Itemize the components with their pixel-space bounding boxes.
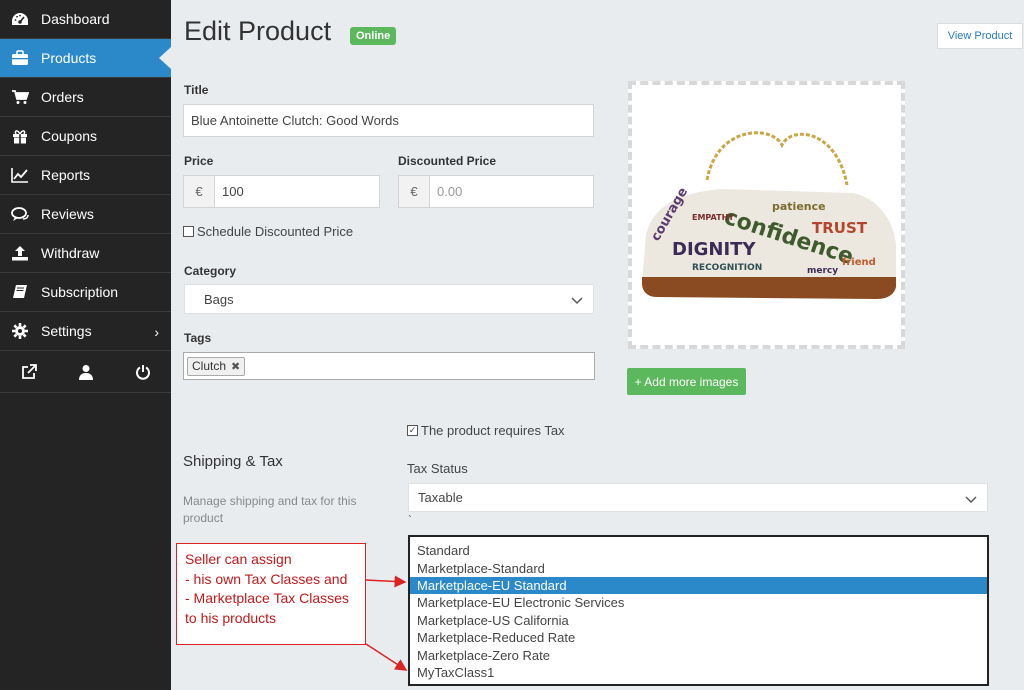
power-icon[interactable]: [114, 351, 171, 392]
svg-text:RECOGNITION: RECOGNITION: [692, 263, 762, 273]
view-product-button[interactable]: View Product: [937, 23, 1023, 49]
sidebar: Dashboard Products Orders Coupons Report…: [0, 0, 171, 690]
discounted-price-label: Discounted Price: [398, 154, 497, 168]
tax-class-option[interactable]: Marketplace-Zero Rate: [410, 646, 987, 663]
sidebar-item-orders[interactable]: Orders: [0, 78, 171, 117]
tax-status-label: Tax Status: [407, 461, 468, 476]
svg-text:DIGNITY: DIGNITY: [672, 239, 756, 260]
sidebar-item-coupons[interactable]: Coupons: [0, 117, 171, 156]
category-label: Category: [184, 264, 237, 278]
gear-icon: [9, 321, 31, 341]
line-chart-icon: [9, 165, 31, 185]
tax-status-value: Taxable: [418, 490, 463, 505]
briefcase-icon: [9, 48, 31, 68]
annotation-line: - his own Tax Classes and: [185, 570, 348, 587]
sidebar-footer: [0, 351, 171, 393]
sidebar-item-withdraw[interactable]: Withdraw: [0, 234, 171, 273]
cart-icon: [9, 87, 31, 107]
svg-text:patience: patience: [772, 200, 826, 213]
category-value: Bags: [204, 291, 234, 307]
tax-class-option[interactable]: Marketplace-EU Electronic Services: [410, 594, 987, 611]
tags-input[interactable]: Clutch ✖: [183, 352, 595, 380]
shipping-tax-title: Shipping & Tax: [183, 453, 283, 470]
sidebar-item-label: Coupons: [41, 128, 98, 144]
tax-class-option[interactable]: Standard: [410, 542, 987, 559]
sidebar-item-label: Reviews: [41, 206, 94, 222]
sidebar-item-subscription[interactable]: Subscription: [0, 273, 171, 312]
user-icon[interactable]: [57, 351, 114, 392]
tax-class-option[interactable]: Marketplace-Reduced Rate: [410, 629, 987, 646]
category-select[interactable]: Bags: [184, 284, 594, 314]
sidebar-item-label: Dashboard: [41, 11, 110, 27]
gift-icon: [9, 126, 31, 146]
requires-tax-row[interactable]: ✓ The product requires Tax: [407, 423, 565, 438]
page-title: Edit Product: [184, 16, 332, 46]
product-image[interactable]: DIGNITY confidence TRUST courage RECOGNI…: [628, 81, 905, 349]
requires-tax-label: The product requires Tax: [421, 423, 565, 438]
chevron-down-icon: [571, 293, 583, 308]
tag-chip: Clutch ✖: [187, 356, 246, 376]
tax-class-option-selected[interactable]: Marketplace-EU Standard: [410, 576, 987, 595]
tag-label: Clutch: [192, 359, 227, 373]
sidebar-item-label: Reports: [41, 167, 91, 183]
comments-icon: [9, 204, 31, 224]
tax-class-option[interactable]: MyTaxClass1: [410, 664, 987, 681]
sidebar-item-label: Settings: [41, 323, 92, 339]
bag-image: DIGNITY confidence TRUST courage RECOGNI…: [642, 131, 896, 299]
sidebar-item-label: Products: [41, 50, 97, 66]
tax-class-option[interactable]: Marketplace-US California: [410, 612, 987, 629]
annotation-line: - Marketplace Tax Classes: [185, 590, 349, 606]
sidebar-item-label: Subscription: [41, 284, 119, 300]
tax-class-option[interactable]: Marketplace-Standard: [410, 559, 987, 576]
annotation-line: to his products: [185, 609, 277, 626]
stray-mark: `: [408, 513, 412, 527]
chevron-down-icon: [965, 492, 977, 507]
svg-text:EMPATHY: EMPATHY: [692, 213, 734, 222]
tax-class-dropdown[interactable]: Standard Marketplace-Standard Marketplac…: [408, 535, 989, 686]
external-link-icon[interactable]: [0, 351, 57, 392]
tax-status-select[interactable]: Taxable: [408, 483, 988, 512]
price-label: Price: [184, 154, 214, 168]
discounted-currency: €: [398, 175, 429, 208]
sidebar-item-dashboard[interactable]: Dashboard: [0, 0, 171, 39]
sidebar-item-label: Withdraw: [41, 245, 100, 261]
add-more-images-button[interactable]: + Add more images: [627, 368, 746, 395]
schedule-discount-checkbox[interactable]: [183, 226, 194, 237]
remove-tag-icon[interactable]: ✖: [231, 360, 240, 373]
chevron-right-icon: ›: [154, 324, 159, 340]
upload-icon: [9, 243, 31, 263]
sidebar-item-reports[interactable]: Reports: [0, 156, 171, 195]
price-currency: €: [183, 175, 214, 208]
price-input[interactable]: 100: [214, 175, 380, 208]
svg-text:friend: friend: [842, 257, 876, 268]
requires-tax-checkbox[interactable]: ✓: [407, 425, 418, 436]
tags-label: Tags: [184, 331, 212, 345]
svg-text:TRUST: TRUST: [812, 219, 868, 237]
svg-text:mercy: mercy: [807, 266, 838, 276]
discounted-price-input[interactable]: 0.00: [429, 175, 594, 208]
schedule-discount-label: Schedule Discounted Price: [197, 224, 354, 239]
shipping-tax-description: Manage shipping and tax for this product: [183, 494, 357, 525]
status-badge: Online: [350, 27, 397, 45]
sidebar-item-settings[interactable]: Settings ›: [0, 312, 171, 351]
title-label: Title: [184, 83, 209, 97]
sidebar-item-products[interactable]: Products: [0, 39, 171, 78]
schedule-discount-row[interactable]: Schedule Discounted Price: [183, 224, 353, 239]
tachometer-icon: [9, 9, 31, 29]
annotation-line: Seller can assign: [185, 551, 292, 567]
sidebar-item-label: Orders: [41, 89, 84, 105]
sidebar-item-reviews[interactable]: Reviews: [0, 195, 171, 234]
annotation-callout: Seller can assign - his own Tax Classes …: [176, 543, 366, 645]
book-icon: [9, 282, 31, 302]
title-input[interactable]: Blue Antoinette Clutch: Good Words: [183, 104, 594, 137]
